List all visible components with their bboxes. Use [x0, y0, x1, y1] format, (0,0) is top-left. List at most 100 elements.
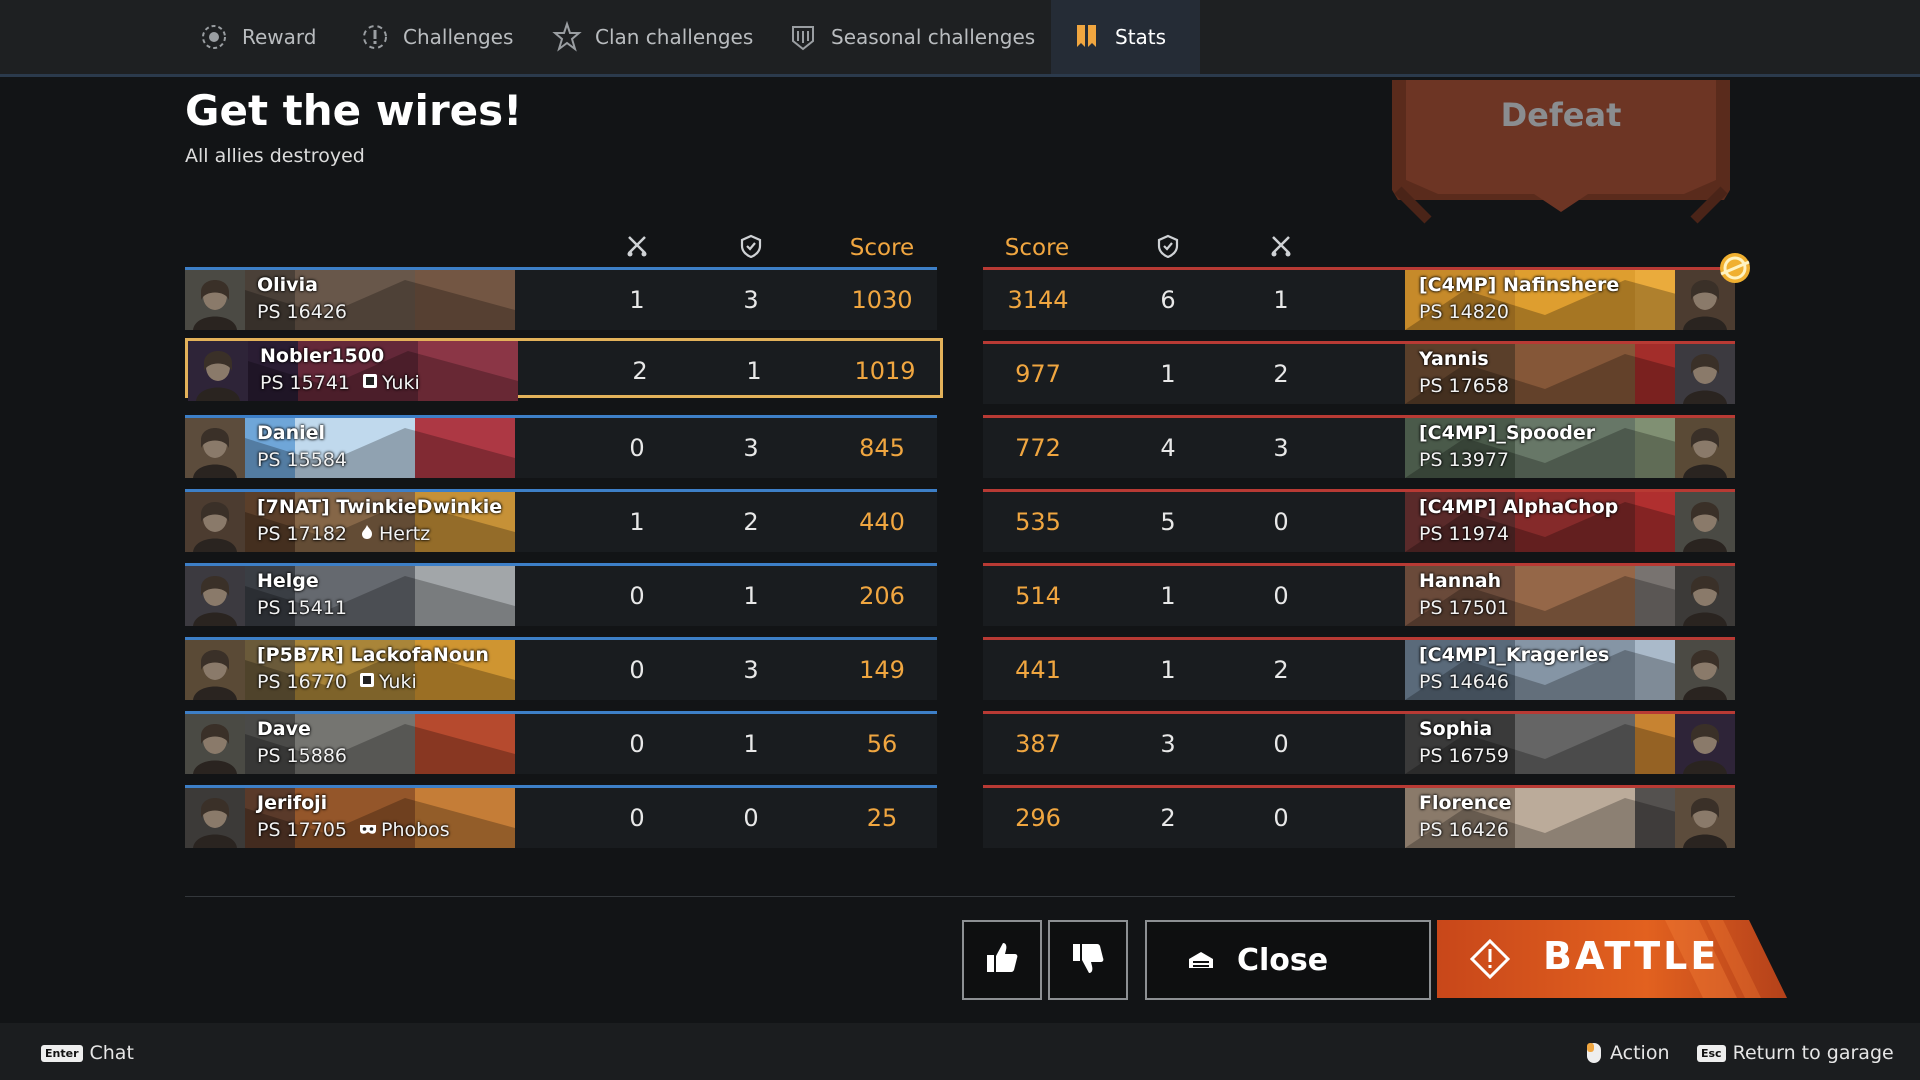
enemy-row[interactable]: 977 1 2 Yannis PS 17658 [983, 341, 1735, 404]
kills-value: 0 [629, 582, 645, 610]
enemy-row[interactable]: 514 1 0 Hannah PS 17501 [983, 563, 1735, 626]
power-score-value: PS 15886 [257, 745, 347, 767]
kills-value: 0 [629, 656, 645, 684]
score-value: 149 [859, 656, 905, 684]
kills-value: 0 [629, 434, 645, 462]
power-score: PS 17705 Phobos [257, 819, 450, 841]
ally-row[interactable]: Jerifoji PS 17705 Phobos 0 0 25 [185, 785, 937, 848]
player-nameplate: [C4MP]_Kragerles PS 14646 [1405, 640, 1735, 700]
kills-value: 1 [629, 508, 645, 536]
return-to-garage-hint[interactable]: Esc Return to garage [1697, 1042, 1894, 1064]
crossed-swords-icon [625, 234, 649, 262]
mouse-icon [1586, 1042, 1602, 1064]
player-name: Florence [1419, 792, 1512, 814]
score-value: 56 [866, 730, 898, 758]
player-nameplate: Hannah PS 17501 [1405, 566, 1735, 626]
enemy-row[interactable]: 3144 6 1 [C4MP] Nafinshere PS 14820 [983, 253, 1750, 330]
assists-value: 1 [743, 582, 759, 610]
ally-row[interactable]: Nobler1500 PS 15741 Yuki 2 1 1019 [185, 338, 943, 401]
assists-value: 3 [743, 286, 759, 314]
player-nameplate: Florence PS 16426 [1405, 788, 1735, 848]
shield-icon [1156, 234, 1180, 262]
power-score: PS 17182 Hertz [257, 523, 430, 545]
kills-value: 0 [629, 730, 645, 758]
action-hint[interactable]: Action [1586, 1042, 1670, 1064]
avatar [1675, 714, 1735, 774]
tab-challenges[interactable]: Challenges [359, 0, 513, 74]
power-score-value: PS 15411 [257, 597, 347, 619]
tab-stats[interactable]: Stats [1051, 0, 1201, 74]
close-button[interactable]: Close [1145, 920, 1431, 1000]
player-name: Daniel [257, 422, 326, 444]
player-name: Dave [257, 718, 311, 740]
score-value: 206 [859, 582, 905, 610]
challenges-icon [359, 21, 391, 53]
clan-name: Phobos [381, 819, 450, 841]
assists-value: 1 [746, 357, 762, 385]
player-name: Nobler1500 [260, 345, 385, 367]
enemy-row[interactable]: 296 2 0 Florence PS 16426 [983, 785, 1735, 848]
player-name: [C4MP]_Kragerles [1419, 644, 1610, 666]
score-value: 296 [1015, 804, 1061, 832]
assists-value: 6 [1160, 286, 1176, 314]
enemy-row[interactable]: 535 5 0 [C4MP] AlphaChop PS 11974 [983, 489, 1735, 552]
enter-key-icon: Enter [41, 1044, 83, 1062]
tab-reward-label: Reward [242, 25, 317, 49]
action-label: Action [1610, 1042, 1670, 1064]
battle-diamond-icon [1469, 938, 1511, 984]
result-label: Defeat [1500, 96, 1622, 134]
player-name: Sophia [1419, 718, 1493, 740]
score-value: 387 [1015, 730, 1061, 758]
player-name: [P5B7R] LackofaNoun [257, 644, 489, 666]
avatar [1675, 640, 1735, 700]
power-score: PS 16770 Yuki [257, 671, 417, 693]
tab-seasonal-challenges[interactable]: Seasonal challenges [787, 0, 1035, 74]
avatar [1675, 566, 1735, 626]
enemy-row[interactable]: 387 3 0 Sophia PS 16759 [983, 711, 1735, 774]
player-name: Helge [257, 570, 319, 592]
avatar [1675, 344, 1735, 404]
ally-row[interactable]: Daniel PS 15584 0 3 845 [185, 415, 937, 478]
score-value: 441 [1015, 656, 1061, 684]
ally-row[interactable]: Helge PS 15411 0 1 206 [185, 563, 937, 626]
tab-clan-challenges-label: Clan challenges [595, 25, 754, 49]
tab-clan-challenges[interactable]: Clan challenges [551, 0, 753, 74]
enemy-row[interactable]: 441 1 2 [C4MP]_Kragerles PS 14646 [983, 637, 1735, 700]
battle-button[interactable]: BATTLE [1437, 920, 1787, 1000]
ally-row[interactable]: Dave PS 15886 0 1 56 [185, 711, 937, 774]
ally-row[interactable]: [7NAT] TwinkieDwinkie PS 17182 Hertz 1 2 440 [185, 489, 937, 552]
player-nameplate: Daniel PS 15584 [185, 418, 515, 478]
avatar [185, 492, 245, 552]
ally-row[interactable]: [P5B7R] LackofaNoun PS 16770 Yuki 0 3 149 [185, 637, 937, 700]
power-score-value: PS 15741 [260, 372, 350, 394]
player-name: [7NAT] TwinkieDwinkie [257, 496, 503, 518]
avatar [185, 270, 245, 330]
power-score-value: PS 17182 [257, 523, 347, 545]
score-value: 25 [866, 804, 898, 832]
chat-label: Chat [89, 1042, 134, 1064]
chat-hint[interactable]: Enter Chat [41, 1042, 134, 1064]
like-button[interactable] [962, 920, 1042, 1000]
assists-value: 1 [743, 730, 759, 758]
score-value: 772 [1015, 434, 1061, 462]
ally-row[interactable]: Olivia PS 16426 1 3 1030 [185, 267, 937, 330]
score-value: 1019 [854, 357, 916, 385]
return-label: Return to garage [1732, 1042, 1894, 1064]
avatar [185, 566, 245, 626]
player-name: [C4MP] AlphaChop [1419, 496, 1619, 518]
enemy-row[interactable]: 772 4 3 [C4MP]_Spooder PS 13977 [983, 415, 1735, 478]
player-nameplate: [C4MP] Nafinshere PS 14820 [1405, 270, 1735, 330]
player-nameplate: Sophia PS 16759 [1405, 714, 1735, 774]
kills-value: 1 [629, 286, 645, 314]
player-name: [C4MP]_Spooder [1419, 422, 1596, 444]
clan-challenges-icon [551, 21, 583, 53]
power-score-value: PS 13977 [1419, 449, 1509, 471]
tab-challenges-label: Challenges [403, 25, 514, 49]
dislike-button[interactable] [1048, 920, 1128, 1000]
score-value: 514 [1015, 582, 1061, 610]
clan-name: Yuki [382, 372, 420, 394]
separator [185, 896, 1735, 897]
square-emblem-icon [362, 373, 378, 393]
tab-reward[interactable]: Reward [198, 0, 316, 74]
garage-icon [1187, 948, 1215, 972]
